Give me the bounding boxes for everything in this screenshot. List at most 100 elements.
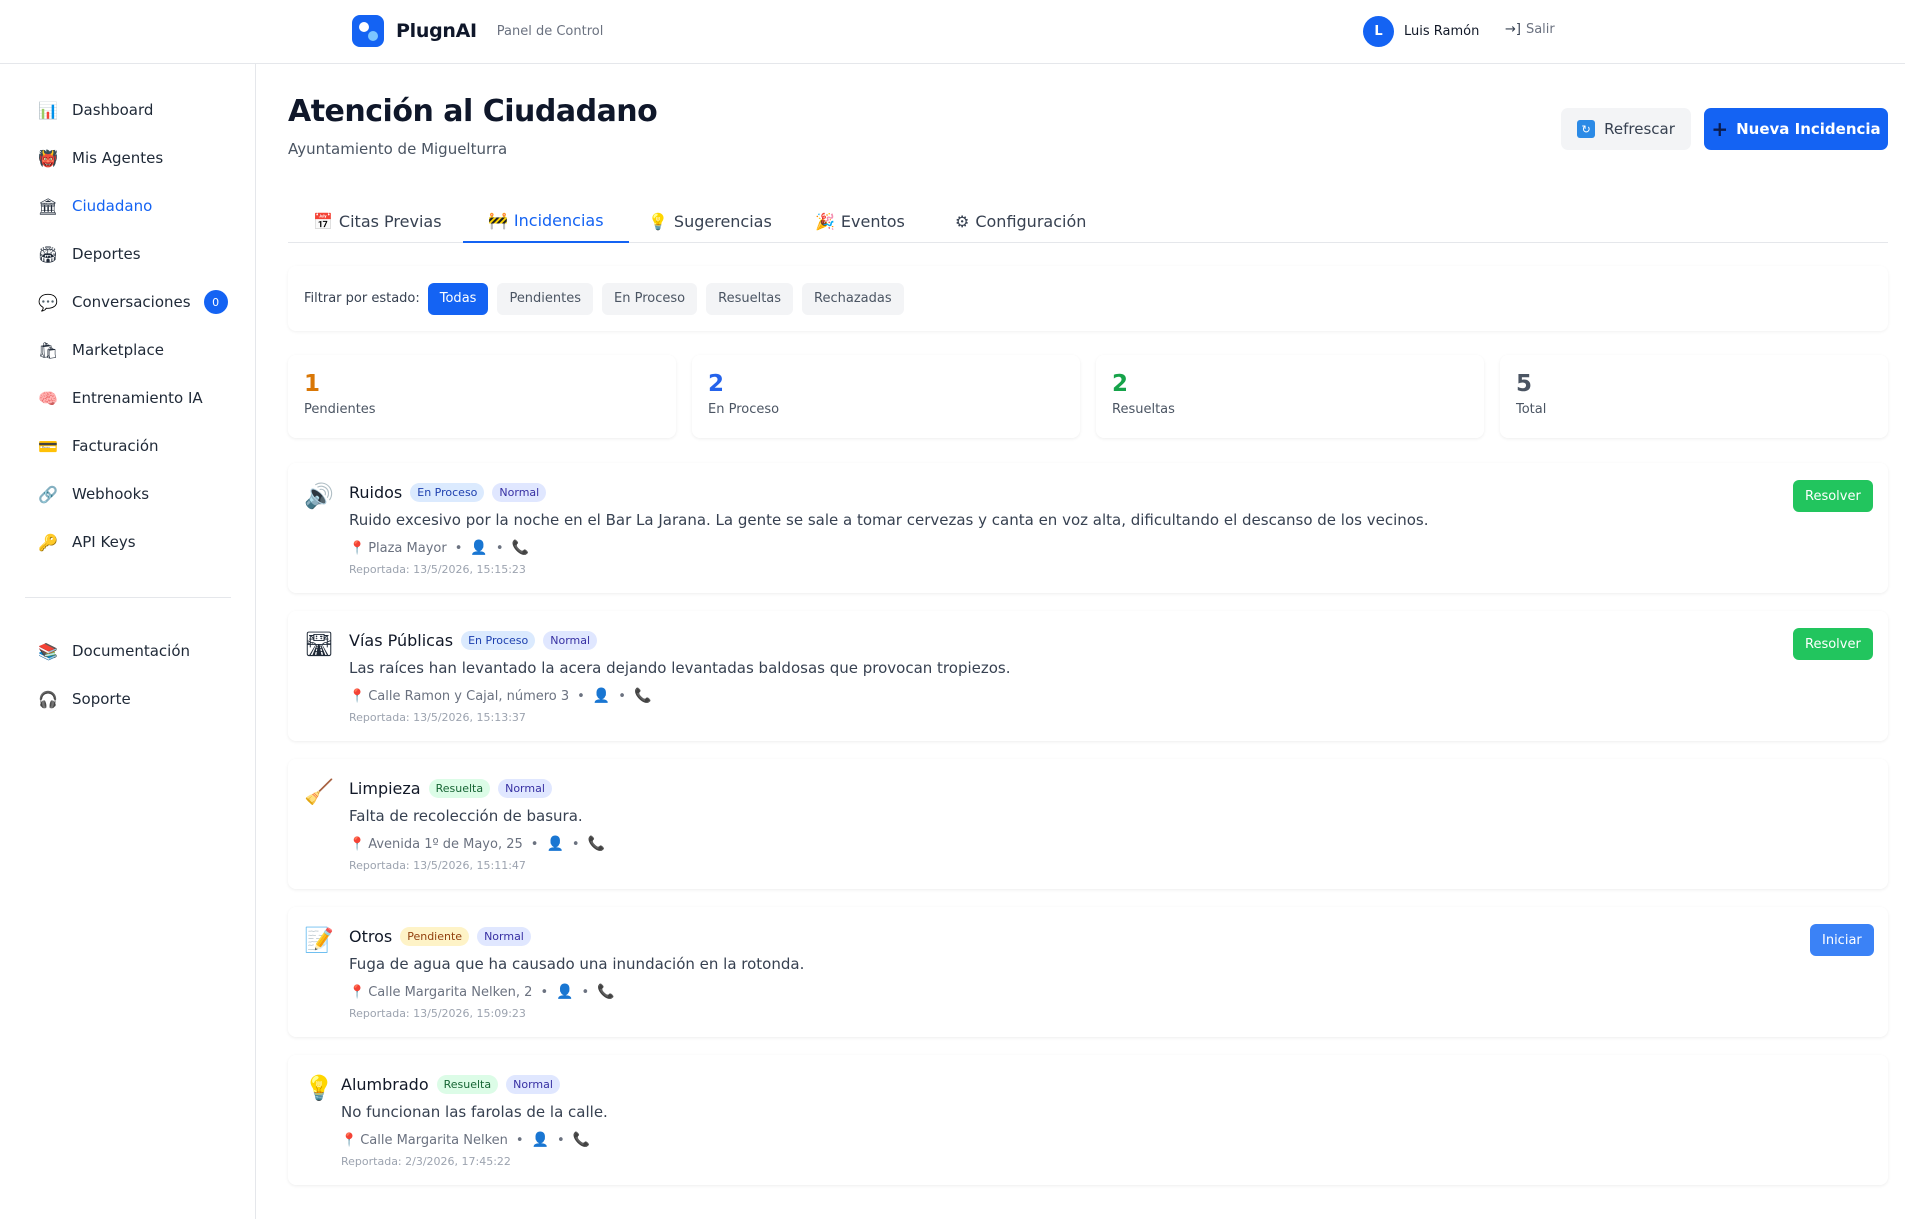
separator: • (557, 1132, 565, 1148)
person-icon: 👤 (546, 836, 564, 852)
separator: • (515, 1132, 524, 1148)
page-subtitle: Ayuntamiento de Miguelturra (288, 140, 508, 158)
phone-icon: 📞 (587, 836, 605, 852)
card-icon: 💳 (38, 436, 58, 456)
sidebar-item-dashboard[interactable]: 📊 Dashboard (37, 97, 153, 123)
top-header: PlugnAI Panel de Control L Luis Ramón →]… (0, 0, 1905, 64)
person-icon: 👤 (592, 688, 611, 704)
sidebar-divider (25, 597, 231, 598)
pin-icon: 📍 (349, 540, 366, 556)
stat-value: 2 (1112, 371, 1129, 397)
separator: • (581, 984, 590, 1000)
sidebar-item-label: Conversaciones (72, 293, 191, 311)
sidebar-item-webhooks[interactable]: 🔗 Webhooks (37, 481, 149, 507)
logout-button[interactable]: →] Salir (1505, 22, 1555, 37)
sidebar-item-deportes[interactable]: 🏟 Deportes (37, 241, 141, 267)
chat-icon: 💬 (38, 292, 58, 312)
brand-name: PlugnAI (396, 20, 477, 42)
start-button[interactable]: Iniciar (1810, 924, 1874, 956)
stat-label: Resueltas (1112, 402, 1175, 417)
sidebar-item-label: Documentación (72, 642, 191, 660)
incident-category: Alumbrado (341, 1075, 429, 1094)
incident-date: Reportada: 2/3/2026, 17:45:22 (341, 1155, 511, 1168)
lightbulb-icon: 💡 (304, 1074, 334, 1102)
calendar-icon: 📅 (313, 211, 333, 231)
logout-icon: →] (1505, 22, 1521, 37)
incident-meta: 📍 Plaza Mayor • 👤 • 📞 (349, 540, 529, 556)
pin-icon: 📍 (349, 688, 366, 704)
stat-card-total: 5 Total (1500, 355, 1888, 438)
phone-icon: 📞 (511, 540, 529, 556)
logout-label: Salir (1525, 22, 1555, 37)
sidebar-item-label: Webhooks (72, 485, 150, 503)
filter-todas[interactable]: Todas (427, 282, 489, 315)
status-badge: Resuelta (428, 779, 491, 798)
filter-resueltas[interactable]: Resueltas (706, 282, 794, 315)
sidebar-item-label: Facturación (72, 437, 159, 455)
sidebar-item-soporte[interactable]: 🎧 Soporte (37, 686, 131, 712)
new-incident-label: Nueva Incidencia (1736, 120, 1881, 138)
brand[interactable]: PlugnAI Panel de Control (352, 15, 603, 47)
sidebar-item-conversaciones[interactable]: 💬 Conversaciones 0 (37, 289, 228, 315)
memo-icon: 📝 (304, 926, 334, 954)
incident-location: Avenida 1º de Mayo, 25 (368, 836, 523, 852)
phone-icon: 📞 (597, 984, 615, 1000)
tab-label: Configuración (975, 211, 1087, 231)
sidebar-item-label: Deportes (72, 245, 141, 263)
sidebar-item-mis-agentes[interactable]: 👹 Mis Agentes (37, 145, 163, 171)
incident-header: Ruidos En Proceso Normal (349, 483, 554, 502)
avatar: L (1363, 16, 1394, 47)
party-icon: 🎉 (815, 211, 835, 231)
user-name: Luis Ramón (1404, 24, 1480, 39)
tab-label: Incidencias (513, 210, 604, 230)
filter-rechazadas[interactable]: Rechazadas (802, 282, 904, 315)
incident-location: Plaza Mayor (368, 540, 447, 556)
headphones-icon: 🎧 (38, 689, 58, 709)
stat-label: Pendientes (304, 402, 376, 417)
sidebar-item-ciudadano[interactable]: 🏛 Ciudadano (37, 193, 152, 219)
separator: • (495, 540, 504, 556)
sidebar-item-marketplace[interactable]: 🛍 Marketplace (37, 337, 164, 363)
tab-eventos[interactable]: 🎉 Eventos (790, 199, 930, 243)
sidebar: 📊 Dashboard 👹 Mis Agentes 🏛 Ciudadano 🏟 … (0, 64, 256, 1219)
sidebar-item-facturacion[interactable]: 💳 Facturación (37, 433, 159, 459)
stat-card-resueltas: 2 Resueltas (1096, 355, 1484, 438)
store-icon: 🛍 (37, 340, 59, 360)
sidebar-item-entrenamiento-ia[interactable]: 🧠 Entrenamiento IA (37, 385, 203, 411)
stat-value: 5 (1516, 371, 1533, 397)
plugnai-logo-icon (352, 15, 384, 47)
incident-description: Fuga de agua que ha causado una inundaci… (349, 955, 805, 973)
sidebar-item-api-keys[interactable]: 🔑 API Keys (37, 529, 135, 555)
incident-meta: 📍 Calle Ramon y Cajal, número 3 • 👤 • 📞 (349, 688, 651, 704)
user-menu[interactable]: L Luis Ramón (1363, 16, 1479, 47)
refresh-icon: ↻ (1577, 120, 1596, 138)
incident-description: Falta de recolección de basura. (349, 807, 583, 825)
filter-en-proceso[interactable]: En Proceso (602, 282, 698, 315)
stat-value: 2 (708, 371, 725, 397)
incident-card: 📝 Otros Pendiente Normal Fuga de agua qu… (288, 907, 1888, 1037)
stat-card-en-proceso: 2 En Proceso (692, 355, 1080, 438)
sidebar-item-documentacion[interactable]: 📚 Documentación (37, 638, 190, 664)
tab-configuracion[interactable]: ⚙ Configuración (930, 199, 1111, 243)
incident-meta: 📍 Avenida 1º de Mayo, 25 • 👤 • 📞 (349, 836, 605, 852)
stat-value: 1 (304, 371, 321, 397)
refresh-button[interactable]: ↻ Refrescar (1561, 108, 1691, 150)
tab-label: Sugerencias (673, 211, 772, 231)
filter-pendientes[interactable]: Pendientes (497, 282, 594, 315)
incident-category: Limpieza (349, 779, 421, 798)
link-icon: 🔗 (38, 484, 58, 504)
tab-citas-previas[interactable]: 📅 Citas Previas (288, 199, 467, 243)
tab-incidencias[interactable]: 🚧 Incidencias (463, 199, 629, 243)
gear-icon: ⚙ (955, 211, 970, 231)
incident-card: 💡 Alumbrado Resuelta Normal No funcionan… (288, 1055, 1888, 1185)
status-badge: En Proceso (461, 631, 536, 650)
resolve-button[interactable]: Resolver (1793, 480, 1873, 512)
new-incident-button[interactable]: + Nueva Incidencia (1704, 108, 1888, 150)
pin-icon: 📍 (349, 836, 366, 852)
incident-location: Calle Margarita Nelken (360, 1132, 508, 1148)
priority-badge: Normal (543, 631, 598, 650)
tab-sugerencias[interactable]: 💡 Sugerencias (623, 199, 797, 243)
resolve-button[interactable]: Resolver (1793, 628, 1873, 660)
separator: • (540, 984, 549, 1000)
incident-date: Reportada: 13/5/2026, 15:09:23 (349, 1007, 526, 1020)
